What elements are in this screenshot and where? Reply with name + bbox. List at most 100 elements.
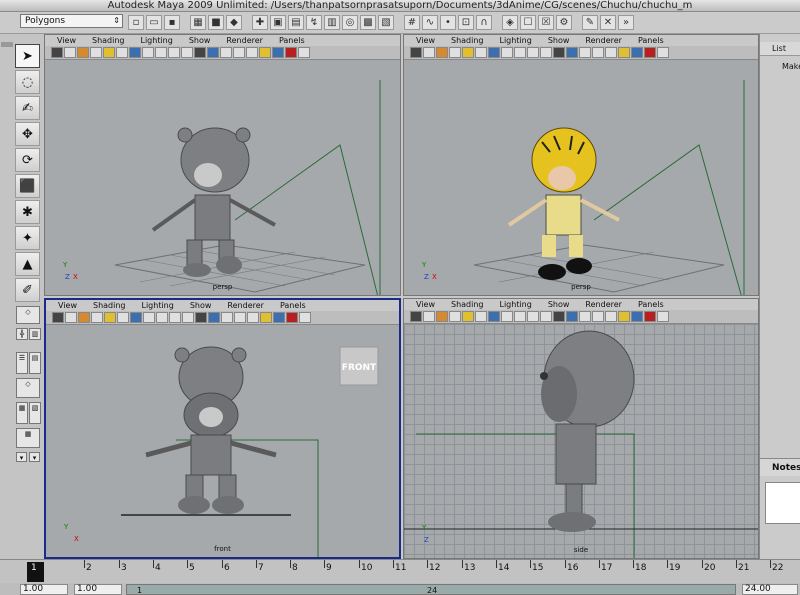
render-layout-icon[interactable]: ▧: [29, 402, 41, 424]
panel-menu-lighting[interactable]: Lighting: [499, 299, 531, 310]
open-scene-icon[interactable]: ▭: [146, 15, 162, 30]
tool-icon[interactable]: [182, 312, 194, 323]
tool-icon[interactable]: [155, 47, 167, 58]
render-icon[interactable]: ☐: [520, 15, 536, 30]
shadow-icon[interactable]: [631, 47, 643, 58]
camera-icon[interactable]: [410, 47, 422, 58]
two-pane-layout-icon[interactable]: ▥: [29, 328, 41, 340]
tool-icon[interactable]: [169, 312, 181, 323]
tool-icon[interactable]: [299, 312, 311, 323]
uv-layout-icon[interactable]: ▦: [16, 428, 40, 448]
panel-menu-panels[interactable]: Panels: [279, 35, 305, 46]
panel-menu-view[interactable]: View: [416, 35, 435, 46]
tool-icon[interactable]: [423, 47, 435, 58]
panel-menu-panels[interactable]: Panels: [638, 35, 664, 46]
wireframe-icon[interactable]: [129, 47, 141, 58]
history-icon[interactable]: ◈: [502, 15, 518, 30]
bookmark-icon[interactable]: [77, 47, 89, 58]
menu-set-selector[interactable]: Polygons ⇕: [20, 14, 123, 28]
view-cube-label[interactable]: FRONT: [340, 363, 378, 373]
smooth-shade-icon[interactable]: [553, 47, 565, 58]
show-manip-icon[interactable]: ▲: [15, 252, 40, 276]
viewport-canvas[interactable]: Y Z side: [404, 324, 758, 558]
snap-plane-icon[interactable]: ⊡: [458, 15, 474, 30]
start-time-field[interactable]: 1.00: [20, 584, 68, 595]
tool-icon[interactable]: [234, 312, 246, 323]
texture-icon[interactable]: [566, 311, 578, 322]
light-icon[interactable]: [260, 312, 272, 323]
tool-icon[interactable]: [514, 47, 526, 58]
filter-icon-5[interactable]: ▥: [324, 15, 340, 30]
tool-icon[interactable]: [605, 47, 617, 58]
tool-icon[interactable]: [247, 312, 259, 323]
lasso-icon[interactable]: ◌: [15, 70, 40, 94]
panel-menu-view[interactable]: View: [58, 300, 77, 311]
light-icon[interactable]: [618, 47, 630, 58]
viewport-side[interactable]: View Shading Lighting Show Renderer Pane…: [403, 298, 759, 559]
smooth-shade-icon[interactable]: [194, 47, 206, 58]
universal-manip-icon[interactable]: ✱: [15, 200, 40, 224]
smooth-shade-icon[interactable]: [553, 311, 565, 322]
four-pane-layout-icon[interactable]: ╬: [16, 328, 28, 340]
viewport-persp-textured[interactable]: View Shading Lighting Show Renderer Pane…: [403, 34, 759, 296]
grid-icon[interactable]: [462, 311, 474, 322]
texture-icon[interactable]: [566, 47, 578, 58]
tool-icon[interactable]: [501, 47, 513, 58]
panel-menu-panels[interactable]: Panels: [280, 300, 306, 311]
channel-box-item[interactable]: Make: [782, 62, 800, 71]
outliner-layout-icon[interactable]: ☰: [16, 352, 28, 374]
input-field-icon[interactable]: ✎: [582, 15, 598, 30]
tool-icon[interactable]: [449, 47, 461, 58]
end-time-field[interactable]: 24.00: [742, 584, 798, 595]
viewport-front[interactable]: View Shading Lighting Show Renderer Pane…: [44, 298, 401, 559]
texture-icon[interactable]: [207, 47, 219, 58]
time-slider[interactable]: 1234567891011121314151617181920212223: [0, 559, 800, 583]
persp-outliner-icon[interactable]: ▤: [29, 352, 41, 374]
panel-menu-view[interactable]: View: [416, 299, 435, 310]
graph-layout-icon[interactable]: ◇: [16, 378, 40, 398]
tool-icon[interactable]: [514, 311, 526, 322]
select-component-icon[interactable]: ◆: [226, 15, 242, 30]
filter-icon[interactable]: ✚: [252, 15, 268, 30]
tool-icon[interactable]: [527, 47, 539, 58]
select-arrow-icon[interactable]: ➤: [15, 44, 40, 68]
select-object-icon[interactable]: ■: [208, 15, 224, 30]
panel-menu-lighting[interactable]: Lighting: [140, 35, 172, 46]
save-scene-icon[interactable]: ▪: [164, 15, 180, 30]
tool-icon[interactable]: [579, 47, 591, 58]
tool-icon[interactable]: [501, 311, 513, 322]
viewport-canvas[interactable]: Y Z X persp: [404, 60, 758, 295]
last-tool-icon[interactable]: ✐: [15, 278, 40, 302]
tool-icon[interactable]: [117, 312, 129, 323]
tool-icon[interactable]: [592, 47, 604, 58]
isolate-icon[interactable]: [644, 311, 656, 322]
bookmark-icon[interactable]: [436, 47, 448, 58]
single-pane-layout-icon[interactable]: ◇: [16, 306, 40, 324]
filter-icon-3[interactable]: ▤: [288, 15, 304, 30]
isolate-icon[interactable]: [285, 47, 297, 58]
tool-icon[interactable]: [592, 311, 604, 322]
tool-icon[interactable]: [423, 311, 435, 322]
tool-icon[interactable]: [142, 47, 154, 58]
current-frame-marker[interactable]: 1: [27, 562, 44, 582]
tool-icon[interactable]: [181, 47, 193, 58]
wireframe-icon[interactable]: [130, 312, 142, 323]
panel-menu-shading[interactable]: Shading: [451, 35, 484, 46]
camera-icon[interactable]: [410, 311, 422, 322]
panel-menu-renderer[interactable]: Renderer: [585, 35, 622, 46]
paint-select-icon[interactable]: ✍: [15, 96, 40, 120]
ipr-render-icon[interactable]: ☒: [538, 15, 554, 30]
tool-icon[interactable]: [605, 311, 617, 322]
shadow-icon[interactable]: [631, 311, 643, 322]
bookmark-icon[interactable]: [78, 312, 90, 323]
tool-icon[interactable]: [221, 312, 233, 323]
tool-icon[interactable]: [657, 47, 669, 58]
move-tool-icon[interactable]: ✥: [15, 122, 40, 146]
notes-field[interactable]: [765, 482, 800, 524]
chevron-right-icon[interactable]: »: [618, 15, 634, 30]
filter-icon-4[interactable]: ↯: [306, 15, 322, 30]
make-live-icon[interactable]: ∩: [476, 15, 492, 30]
tool-icon[interactable]: [298, 47, 310, 58]
tool-icon[interactable]: [64, 47, 76, 58]
channel-box-list-menu[interactable]: List: [760, 42, 800, 56]
